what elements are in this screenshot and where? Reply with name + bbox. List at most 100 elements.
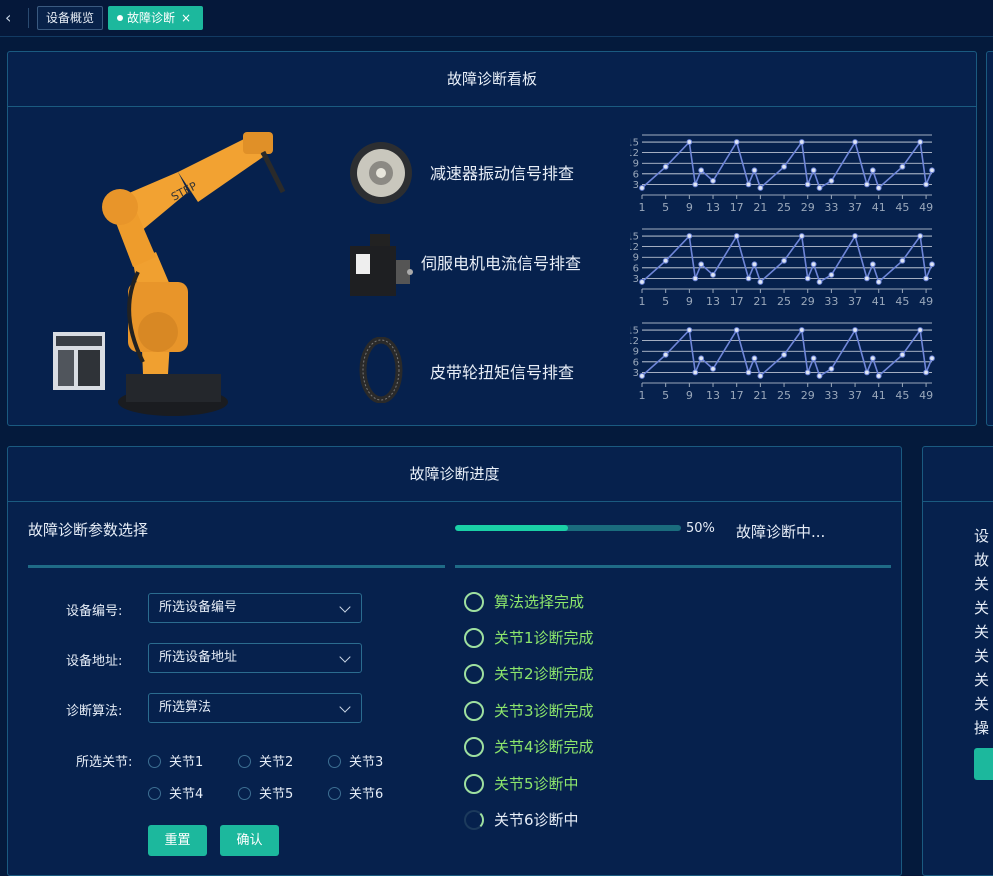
- x-tick-label: 37: [848, 389, 862, 402]
- chevron-down-icon: [339, 601, 351, 613]
- progress-fill: [455, 525, 568, 531]
- algorithm-select[interactable]: 所选算法: [148, 693, 362, 723]
- data-point: [875, 185, 882, 191]
- progress-bar: [455, 525, 681, 531]
- select-value: 所选算法: [159, 700, 212, 715]
- check-ring-icon: [464, 773, 484, 794]
- radio-label: 关节2: [259, 755, 294, 770]
- x-tick-label: 21: [753, 389, 767, 402]
- x-tick-label: 1: [639, 389, 646, 402]
- joint-radio-4[interactable]: 关节4: [148, 783, 203, 802]
- y-tick-label: 6: [633, 263, 639, 274]
- step-label: 关节6诊断中: [494, 811, 579, 829]
- data-point: [781, 257, 787, 264]
- side-action-button[interactable]: [974, 748, 993, 780]
- data-point: [917, 233, 924, 239]
- y-tick-label: 3: [633, 180, 639, 191]
- data-point: [929, 261, 935, 268]
- x-tick-label: 33: [824, 201, 838, 214]
- data-point: [692, 275, 699, 282]
- data-point: [710, 271, 716, 278]
- x-tick-label: 17: [730, 201, 744, 214]
- component-label: 皮带轮扭矩信号排查: [430, 363, 575, 382]
- step-label: 关节1诊断完成: [494, 629, 594, 647]
- data-point: [917, 327, 924, 333]
- x-tick-label: 13: [706, 295, 720, 308]
- data-point: [804, 275, 811, 282]
- x-tick-label: 41: [872, 295, 886, 308]
- data-point: [662, 351, 669, 358]
- x-tick-label: 29: [801, 389, 815, 402]
- servo-motor-icon: [350, 234, 413, 296]
- x-tick-label: 41: [872, 389, 886, 402]
- check-ring-icon: [464, 736, 484, 757]
- data-point: [757, 279, 764, 285]
- data-point: [804, 181, 811, 188]
- side-line: 故: [974, 551, 990, 569]
- chevron-left-icon[interactable]: ‹: [5, 8, 19, 28]
- data-point: [698, 355, 705, 362]
- data-point: [698, 261, 705, 268]
- joint-radio-2[interactable]: 关节2: [238, 751, 293, 770]
- joint-radio-6[interactable]: 关节6: [328, 783, 383, 802]
- x-tick-label: 45: [895, 295, 909, 308]
- step-label: 算法选择完成: [494, 593, 585, 611]
- data-point: [810, 167, 817, 174]
- radio-label: 关节5: [259, 787, 294, 802]
- close-icon[interactable]: ×: [181, 11, 191, 25]
- y-tick-label: 6: [633, 357, 639, 368]
- check-ring-icon: [464, 627, 484, 648]
- x-tick-label: 5: [662, 201, 669, 214]
- side-line: 设: [974, 527, 990, 545]
- tab-device-overview[interactable]: 设备概览: [37, 6, 103, 30]
- algorithm-label: 诊断算法:: [66, 704, 123, 719]
- side-line: 关: [974, 623, 990, 641]
- tab-bar: ‹ 设备概览 故障诊断 ×: [0, 0, 993, 37]
- x-tick-label: 49: [919, 201, 933, 214]
- x-tick-label: 25: [777, 201, 791, 214]
- data-point: [698, 167, 705, 174]
- panel-title: 故障诊断进度: [8, 447, 901, 502]
- data-point: [686, 327, 693, 333]
- side-line: 关: [974, 671, 990, 689]
- x-tick-label: 29: [801, 295, 815, 308]
- device-id-select[interactable]: 所选设备编号: [148, 593, 362, 623]
- data-point: [923, 369, 929, 376]
- data-point: [639, 373, 645, 379]
- reducer-icon: [350, 142, 412, 204]
- y-tick-label: 3: [633, 274, 639, 285]
- radio-circle-icon: [328, 755, 341, 768]
- select-value: 所选设备地址: [159, 650, 238, 665]
- data-point: [745, 369, 752, 376]
- radio-circle-icon: [238, 755, 251, 768]
- data-point: [869, 167, 876, 174]
- joint-radio-1[interactable]: 关节1: [148, 751, 203, 770]
- series-line: [641, 140, 933, 190]
- joint-radio-3[interactable]: 关节3: [328, 751, 383, 770]
- data-point: [899, 257, 906, 264]
- step-item: 关节6诊断中: [464, 809, 579, 831]
- data-point: [875, 373, 882, 379]
- data-point: [929, 167, 935, 174]
- joint-radio-5[interactable]: 关节5: [238, 783, 293, 802]
- tab-fault-diagnosis[interactable]: 故障诊断 ×: [108, 6, 203, 30]
- data-point: [816, 373, 823, 379]
- radio-circle-icon: [148, 755, 161, 768]
- check-ring-icon: [464, 591, 484, 612]
- series-line: [641, 234, 933, 284]
- data-point: [816, 185, 823, 191]
- reset-button[interactable]: 重置: [148, 825, 207, 856]
- panel-title: [923, 447, 993, 502]
- radio-circle-icon: [328, 787, 341, 800]
- device-address-select[interactable]: 所选设备地址: [148, 643, 362, 673]
- step-item: 关节2诊断完成: [464, 663, 594, 685]
- step-label: 关节2诊断完成: [494, 665, 594, 683]
- data-point: [899, 351, 906, 358]
- data-point: [929, 355, 935, 362]
- side-line: 关: [974, 599, 990, 617]
- confirm-button[interactable]: 确认: [220, 825, 279, 856]
- data-point: [757, 185, 764, 191]
- loading-spinner-icon: [464, 809, 484, 830]
- chevron-down-icon: [339, 651, 351, 663]
- x-tick-label: 1: [639, 201, 646, 214]
